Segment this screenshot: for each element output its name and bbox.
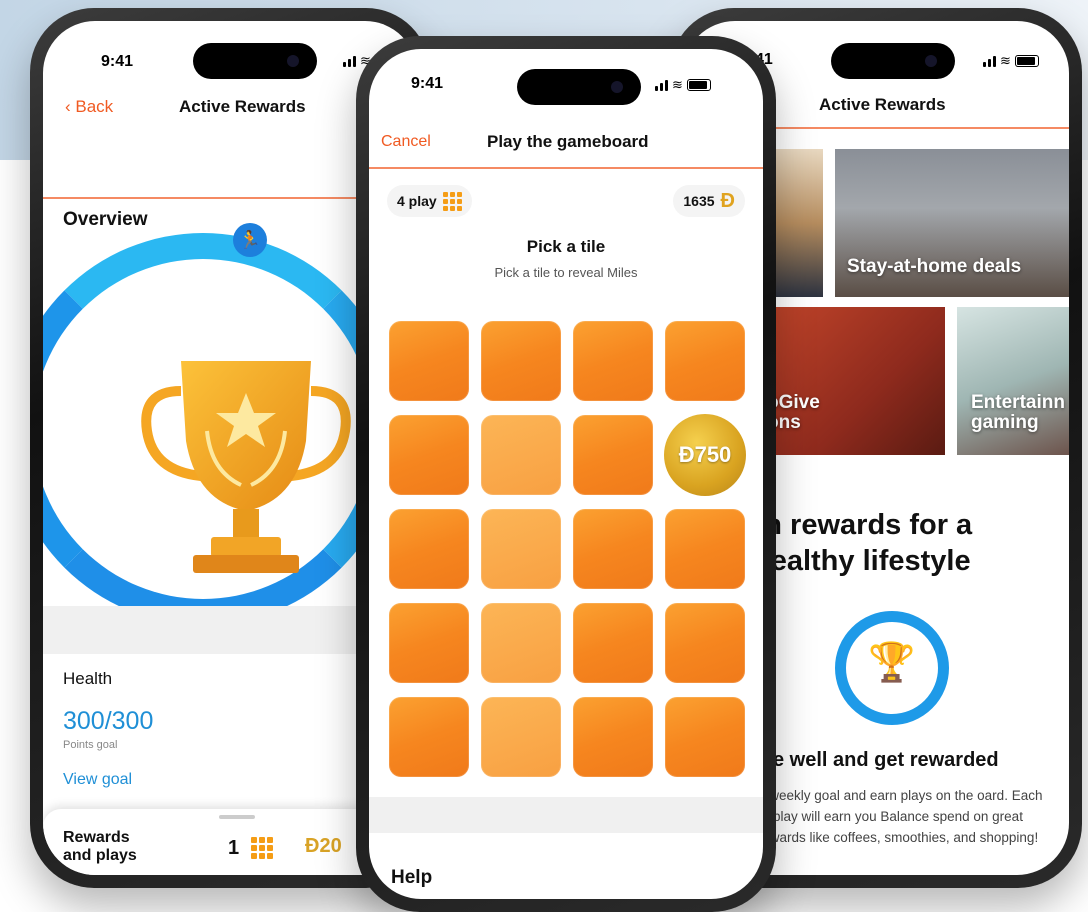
sheet-handle[interactable] xyxy=(219,815,255,819)
battery-icon xyxy=(1014,55,1039,67)
game-tile[interactable] xyxy=(389,697,469,777)
dynamic-island xyxy=(193,43,317,79)
revealed-tile: Ð750 xyxy=(664,414,746,496)
runner-icon: 🏃 xyxy=(233,223,267,257)
page-title: Play the gameboard xyxy=(487,132,649,151)
status-time: 9:41 xyxy=(411,75,444,92)
signal-icon xyxy=(655,80,668,91)
deal-tile-give[interactable]: oGive ons xyxy=(763,307,945,455)
game-tile[interactable] xyxy=(481,509,561,589)
deal-tile-entertainment[interactable]: Entertainn gaming xyxy=(957,307,1069,455)
back-label: Back xyxy=(75,97,114,116)
status-icons: ≋ xyxy=(983,53,1039,68)
signal-icon xyxy=(983,56,996,67)
nav-divider xyxy=(369,167,763,169)
game-tile[interactable] xyxy=(573,509,653,589)
wifi-icon: ≋ xyxy=(1000,53,1011,68)
plays-pill: 4 play xyxy=(387,185,472,217)
trophy-icon xyxy=(141,361,351,573)
game-tile[interactable] xyxy=(665,603,745,683)
plays-count: 1 xyxy=(228,837,240,859)
game-tile[interactable] xyxy=(665,321,745,401)
points-value: 300/300 xyxy=(63,707,154,735)
game-tile[interactable] xyxy=(389,321,469,401)
rewards-and-plays-label: Rewards and plays xyxy=(63,829,137,864)
gameboard: Ð750 xyxy=(389,321,747,777)
wifi-icon: ≋ xyxy=(672,77,683,92)
page-title: Active Rewards xyxy=(819,95,946,114)
trophy-icon: 🏆 xyxy=(868,642,916,684)
grid-icon xyxy=(442,191,462,211)
deal-caption: Entertainn gaming xyxy=(971,392,1065,433)
deal-caption: Stay-at-home deals xyxy=(847,256,1022,277)
back-button[interactable]: ‹ Back xyxy=(65,97,113,117)
overview-heading: Overview xyxy=(63,209,148,230)
signal-icon xyxy=(343,56,356,67)
pick-tile-subtitle: Pick a tile to reveal Miles xyxy=(494,265,638,280)
game-tile[interactable] xyxy=(665,697,745,777)
live-well-description: ur weekly goal and earn plays on the oar… xyxy=(753,788,1043,845)
screen-middle: 9:41 ≋ Cancel Play the gameboard 4 play … xyxy=(369,49,763,899)
health-label: Health xyxy=(63,669,113,688)
game-tile[interactable] xyxy=(665,509,745,589)
miles-balance: Ð20 xyxy=(305,835,342,857)
game-tile[interactable] xyxy=(389,603,469,683)
game-tile[interactable] xyxy=(389,415,469,495)
page-title: Active Rewards xyxy=(179,97,306,116)
live-well-heading: e well and get rewarded xyxy=(773,749,999,771)
miles-balance: 1635 xyxy=(683,193,715,209)
help-heading[interactable]: Help xyxy=(391,867,432,889)
game-tile[interactable] xyxy=(389,509,469,589)
points-goal-label: Points goal xyxy=(63,739,118,751)
status-icons: ≋ xyxy=(655,77,711,92)
game-tile[interactable] xyxy=(481,603,561,683)
grid-icon xyxy=(251,837,273,859)
game-tile[interactable] xyxy=(573,321,653,401)
game-tile[interactable] xyxy=(481,321,561,401)
section-divider xyxy=(369,797,763,833)
game-tile[interactable] xyxy=(573,697,653,777)
earn-rewards-heading: rn rewards for a healthy lifestyle xyxy=(753,509,973,577)
dynamic-island xyxy=(831,43,955,79)
game-tile[interactable] xyxy=(573,603,653,683)
cancel-button[interactable]: Cancel xyxy=(381,133,431,151)
deal-tile-stay-at-home[interactable]: Stay-at-home deals xyxy=(835,149,1069,297)
pick-tile-heading: Pick a tile xyxy=(526,237,606,256)
game-tile[interactable] xyxy=(573,415,653,495)
game-tile[interactable] xyxy=(481,697,561,777)
plays-count-label: 4 play xyxy=(397,193,437,209)
battery-icon xyxy=(686,79,711,91)
game-tile[interactable] xyxy=(481,415,561,495)
view-goal-link[interactable]: View goal xyxy=(63,771,132,789)
status-time: 9:41 xyxy=(101,53,134,70)
phone-middle: 9:41 ≋ Cancel Play the gameboard 4 play … xyxy=(356,36,776,912)
dynamic-island xyxy=(517,69,641,105)
miles-pill: 1635 Ð xyxy=(673,185,745,217)
miles-coin-icon: Ð xyxy=(720,189,735,212)
